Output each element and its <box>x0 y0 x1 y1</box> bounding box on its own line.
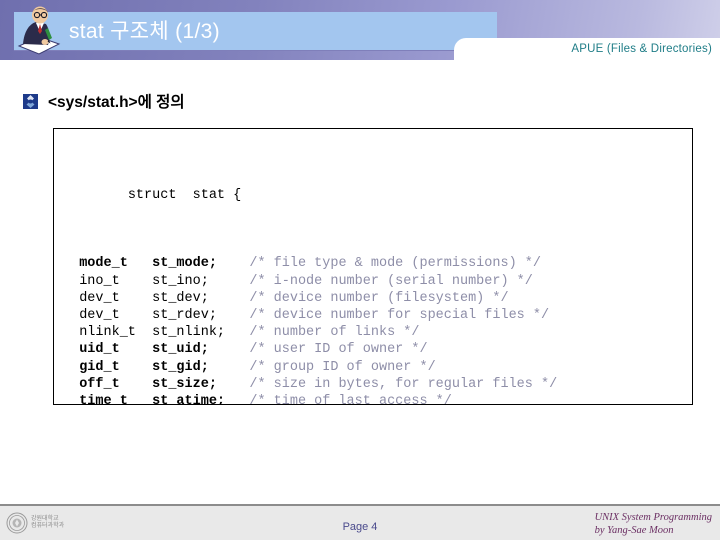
slide: stat 구조체 (1/3) APUE (Files & Directories… <box>0 0 720 540</box>
code-member-type: dev_t <box>79 308 153 324</box>
code-line: nlink_t st_nlink; /* number of links */ <box>63 324 582 341</box>
code-member-comment: /* group ID of owner */ <box>249 359 436 375</box>
code-member-name: st_atime; <box>152 394 250 405</box>
code-member-comment: /* size in bytes, for regular files */ <box>249 376 558 392</box>
code-member-type: ino_t <box>79 273 153 289</box>
code-member-type: mode_t <box>79 256 153 272</box>
code-line: mode_t st_mode; /* file type & mode (per… <box>63 255 582 272</box>
code-content: struct stat { mode_t st_mode; /* file ty… <box>63 135 582 405</box>
code-member-comment: /* time of last access */ <box>249 394 452 405</box>
code-member-type: off_t <box>79 376 153 392</box>
code-line: dev_t st_dev; /* device number (filesyst… <box>63 290 582 307</box>
code-member-name: st_dev; <box>152 290 250 306</box>
code-member-comment: /* user ID of owner */ <box>249 342 428 358</box>
code-member-name: st_nlink; <box>152 325 250 341</box>
bullet-text: <sys/stat.h>에 정의 <box>48 94 185 111</box>
code-struct-open: struct stat { <box>127 187 242 203</box>
code-member-comment: /* file type & mode (permissions) */ <box>249 256 541 272</box>
code-member-name: st_size; <box>152 376 250 392</box>
code-member-type: dev_t <box>79 290 153 306</box>
code-line-open: struct stat { <box>63 169 582 221</box>
code-member-name: st_gid; <box>152 359 250 375</box>
code-member-comment: /* device number for special files */ <box>249 308 550 324</box>
code-line: dev_t st_rdev; /* device number for spec… <box>63 307 582 324</box>
diamond-bullet-icon <box>22 93 39 110</box>
footer-credit: UNIX System Programming by Yang-Sae Moon <box>595 512 712 537</box>
code-member-name: st_ino; <box>152 273 250 289</box>
code-member-name: st_uid; <box>152 342 250 358</box>
code-block: struct stat { mode_t st_mode; /* file ty… <box>53 128 693 405</box>
credit-line-1: UNIX System Programming <box>594 512 712 523</box>
code-line: time_t st_atime; /* time of last access … <box>63 393 582 405</box>
code-line: gid_t st_gid; /* group ID of owner */ <box>63 359 582 376</box>
person-writing-icon <box>9 4 67 58</box>
code-line: ino_t st_ino; /* i-node number (serial n… <box>63 273 582 290</box>
code-line: uid_t st_uid; /* user ID of owner */ <box>63 341 582 358</box>
code-member-type: uid_t <box>79 342 153 358</box>
credit-line-2: by Yang-Sae Moon <box>594 524 674 536</box>
header-tab-label: APUE (Files & Directories) <box>571 43 712 55</box>
code-line: off_t st_size; /* size in bytes, for reg… <box>63 376 582 393</box>
code-rows: mode_t st_mode; /* file type & mode (per… <box>63 255 582 405</box>
code-member-name: st_mode; <box>152 256 250 272</box>
code-member-comment: /* number of links */ <box>249 325 420 341</box>
code-member-comment: /* i-node number (serial number) */ <box>249 273 533 289</box>
code-member-type: gid_t <box>79 359 153 375</box>
code-member-type: time_t <box>79 394 153 405</box>
code-member-comment: /* device number (filesystem) */ <box>249 290 509 306</box>
code-member-type: nlink_t <box>79 325 153 341</box>
bullet-row: <sys/stat.h>에 정의 <box>22 88 185 114</box>
code-member-name: st_rdev; <box>152 308 250 324</box>
page-title: stat 구조체 (1/3) <box>69 20 220 43</box>
